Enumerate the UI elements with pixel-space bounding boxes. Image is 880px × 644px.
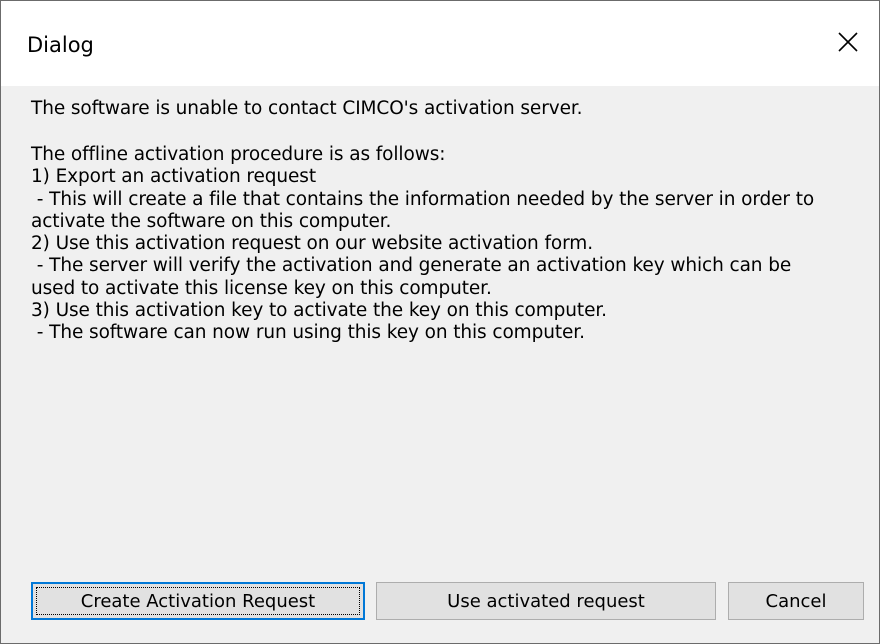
window-title: Dialog xyxy=(27,33,94,57)
create-activation-request-label: Create Activation Request xyxy=(80,590,316,612)
message-line: 1) Export an activation request xyxy=(31,166,316,188)
message-line: 2) Use this activation request on our we… xyxy=(31,233,593,255)
use-activated-request-label: Use activated request xyxy=(447,590,645,612)
message-intro: The software is unable to contact CIMCO'… xyxy=(31,98,851,120)
create-activation-request-button[interactable]: Create Activation Request xyxy=(31,582,365,620)
close-button[interactable] xyxy=(819,1,879,86)
dialog-window: Dialog The software is unable to contact… xyxy=(0,0,880,644)
message-line: used to activate this license key on thi… xyxy=(31,277,492,299)
use-activated-request-button[interactable]: Use activated request xyxy=(376,582,716,620)
cancel-button[interactable]: Cancel xyxy=(728,582,864,620)
message-line: - The server will verify the activation … xyxy=(31,255,792,277)
message-body: The offline activation procedure is as f… xyxy=(31,144,851,345)
message-line: - This will create a file that contains … xyxy=(31,188,815,210)
message-line: - The software can now run using this ke… xyxy=(31,322,585,344)
message-line: The offline activation procedure is as f… xyxy=(31,144,446,165)
close-icon xyxy=(838,32,858,52)
message-line: 3) Use this activation key to activate t… xyxy=(31,300,607,322)
intro-line: The software is unable to contact CIMCO'… xyxy=(31,98,583,119)
cancel-label: Cancel xyxy=(765,590,827,612)
title-bar[interactable]: Dialog xyxy=(1,1,879,86)
message-line: activate the software on this computer. xyxy=(31,210,392,232)
